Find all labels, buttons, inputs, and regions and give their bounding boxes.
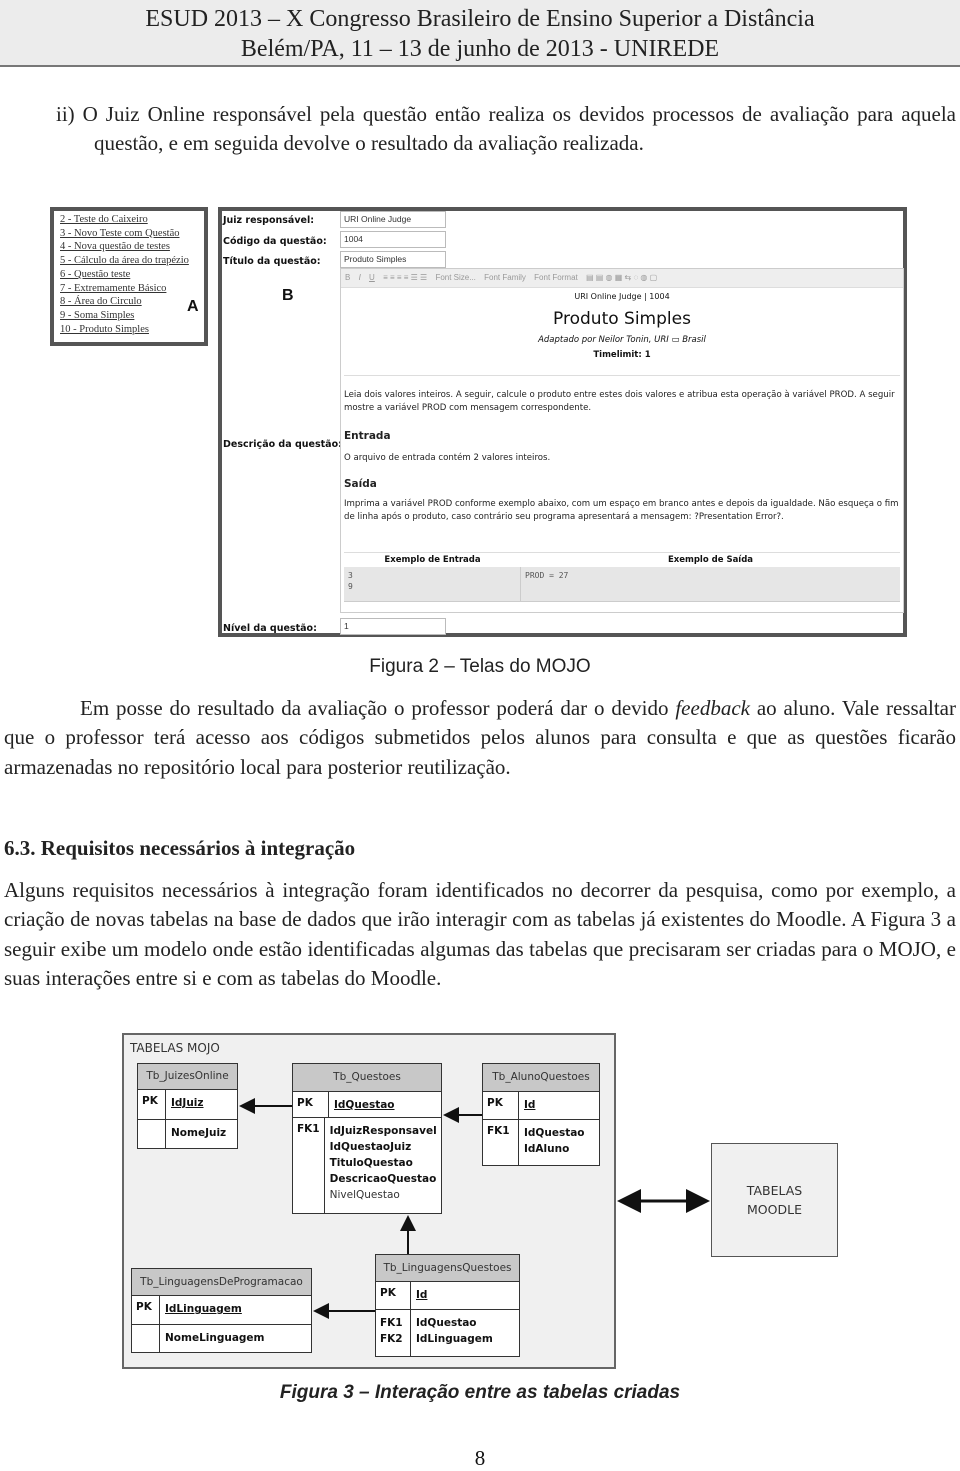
moodle-tables-box: TABELAS MOODLE — [711, 1143, 838, 1257]
page-number: 8 — [474, 1446, 486, 1470]
figure3-caption: Figura 3 – Interação entre as tabelas cr… — [279, 1382, 681, 1403]
moodle-label: TABELAS — [746, 1183, 803, 1198]
moodle-label: MOODLE — [747, 1202, 802, 1217]
